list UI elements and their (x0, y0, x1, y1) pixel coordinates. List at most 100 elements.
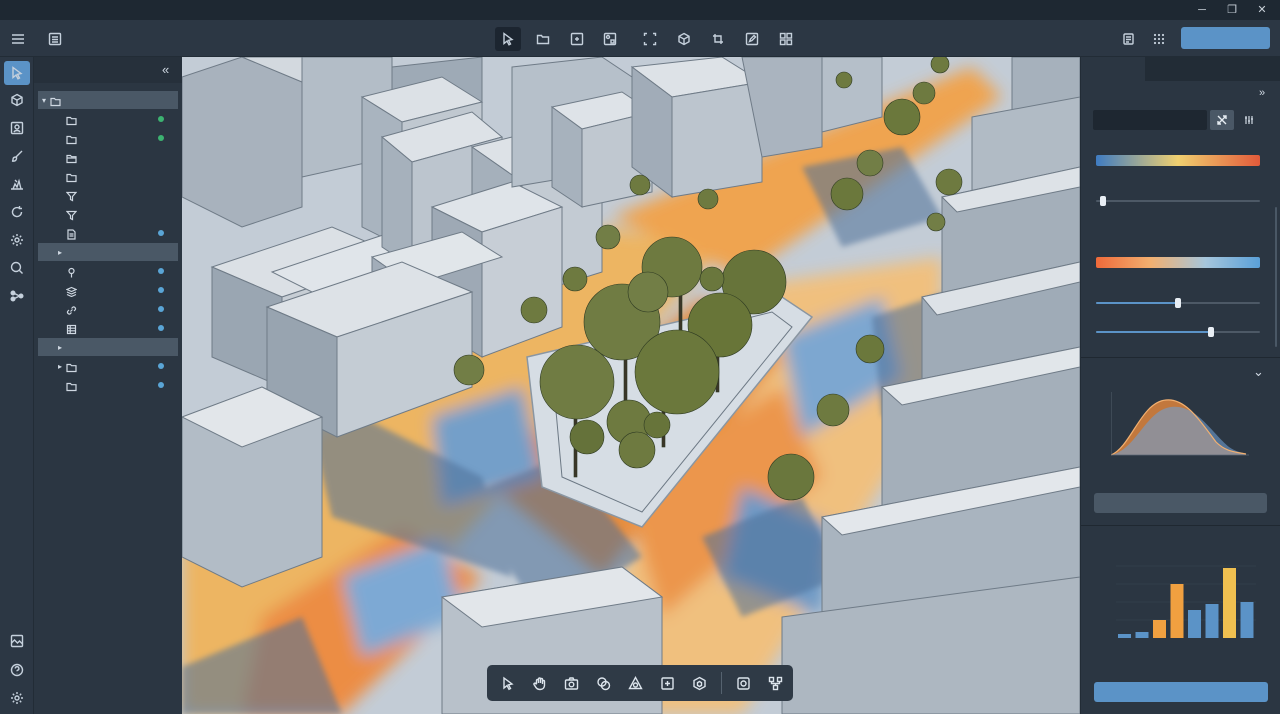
screenshot-button[interactable] (557, 670, 586, 696)
tree-row[interactable] (38, 376, 178, 394)
status-dot (158, 135, 164, 141)
slider-knob-3[interactable] (1207, 327, 1214, 337)
collapse-panel-button[interactable]: « (162, 62, 176, 78)
primary-action-button[interactable] (1181, 27, 1270, 49)
tree-row[interactable]: ▾ (38, 91, 178, 109)
toolbar-divider (721, 672, 722, 694)
frame-target-button[interactable] (653, 670, 682, 696)
color-gradient-ramp-b[interactable] (1096, 257, 1260, 268)
rail-image-button[interactable] (4, 116, 30, 140)
grid-tool-button[interactable] (773, 27, 799, 51)
components-button[interactable] (597, 27, 623, 51)
overlay-button[interactable] (589, 670, 618, 696)
grid-icon (779, 32, 793, 46)
tree-caret[interactable]: ▾ (38, 96, 50, 105)
sliders-toggle[interactable] (1237, 110, 1261, 130)
folder-icon (66, 132, 80, 145)
rail-brush-button[interactable] (4, 144, 30, 168)
main-toolbar (0, 20, 1280, 57)
panel-tab-inactive[interactable] (1145, 57, 1280, 81)
slider-knob-2[interactable] (1175, 298, 1181, 308)
folder-open-icon (66, 151, 80, 164)
tree-row[interactable]: ▸ (38, 243, 178, 261)
tree-row[interactable] (38, 224, 178, 242)
pointer-tool-button[interactable] (493, 670, 522, 696)
color-gradient-ramp-a[interactable] (1096, 155, 1260, 166)
tree-row[interactable] (38, 110, 178, 128)
apply-button[interactable] (1094, 682, 1268, 702)
rail-refresh-button[interactable] (4, 200, 30, 224)
node-graph-button[interactable] (761, 670, 790, 696)
3d-viewport[interactable] (182, 57, 1080, 714)
section-collapse-button[interactable]: ⌄ (1253, 364, 1264, 380)
close-button[interactable]: ✕ (1254, 2, 1270, 18)
hexagon-tool-button[interactable] (685, 670, 714, 696)
pan-tool-button[interactable] (525, 670, 554, 696)
rail-object-button[interactable] (4, 88, 30, 112)
tree-row[interactable] (38, 319, 178, 337)
rail-map-button[interactable] (4, 629, 30, 653)
rail-select-button[interactable] (4, 61, 30, 85)
tree-row[interactable] (38, 148, 178, 166)
rail-settings-button[interactable] (4, 228, 30, 252)
components-icon (603, 32, 617, 46)
rail-nodes-button[interactable] (4, 284, 30, 308)
slider-knob-1[interactable] (1099, 196, 1106, 206)
properties-panel: » ⌄ (1080, 57, 1280, 714)
tree-caret[interactable]: ▸ (54, 248, 66, 257)
snapshot-button[interactable] (729, 670, 758, 696)
nodes-icon (10, 290, 24, 302)
frame-tool-button[interactable] (564, 27, 590, 51)
refresh-icon (11, 206, 23, 218)
histogram-bar (1135, 632, 1149, 638)
property-field[interactable] (1093, 110, 1207, 130)
restore-button[interactable]: ❐ (1224, 2, 1240, 18)
transform-tool-button[interactable] (705, 27, 731, 51)
dropdown-selector[interactable] (1094, 493, 1267, 513)
status-dot (158, 268, 164, 274)
rail-gear-button[interactable] (4, 686, 30, 710)
expand-panel-button[interactable]: » (1259, 87, 1265, 99)
tree-row[interactable] (38, 129, 178, 147)
rail-help-button[interactable] (4, 658, 30, 682)
panel-toggle-button[interactable] (42, 27, 68, 51)
slider-track-1[interactable] (1096, 200, 1260, 202)
apps-button[interactable] (1146, 27, 1172, 51)
tree-row[interactable] (38, 167, 178, 185)
layers-button[interactable] (1116, 27, 1142, 51)
cube-icon (678, 32, 690, 46)
layers-icon (1123, 33, 1134, 45)
tree-row[interactable] (38, 186, 178, 204)
table-icon (66, 322, 80, 335)
hexagon-icon (693, 676, 706, 690)
tree-caret[interactable]: ▸ (54, 343, 66, 352)
marquee-tool-button[interactable] (637, 27, 663, 51)
rail-terrain-button[interactable] (4, 172, 30, 196)
minimize-button[interactable]: ─ (1194, 2, 1210, 18)
tree-row[interactable] (38, 205, 178, 223)
tree-row[interactable]: ▸ (38, 338, 178, 356)
city-scene (182, 57, 1080, 714)
overlay-icon (597, 676, 611, 690)
tree-row[interactable] (38, 262, 178, 280)
panel-scrollbar[interactable] (1275, 207, 1277, 347)
tree-header: « (34, 57, 182, 83)
tree-row[interactable] (38, 281, 178, 299)
histogram-chart (1116, 565, 1256, 638)
hand-icon (533, 676, 546, 690)
object-tool-button[interactable] (671, 27, 697, 51)
tree-row[interactable]: ▸ (38, 357, 178, 375)
select-tool-button[interactable] (495, 27, 521, 51)
shuffle-toggle[interactable] (1210, 110, 1234, 130)
open-folder-button[interactable] (530, 27, 556, 51)
section-divider (1081, 357, 1280, 358)
panel-tab-active[interactable] (1081, 57, 1145, 83)
rail-search-button[interactable] (4, 256, 30, 280)
menu-button[interactable] (5, 27, 31, 51)
tree-row[interactable] (38, 300, 178, 318)
edit-tool-button[interactable] (739, 27, 765, 51)
shapes-button[interactable] (621, 670, 650, 696)
tree-caret[interactable]: ▸ (54, 362, 66, 371)
status-dot (158, 116, 164, 122)
layer-tree-panel: « ▾ ▸ ▸ ▸ (34, 57, 182, 714)
